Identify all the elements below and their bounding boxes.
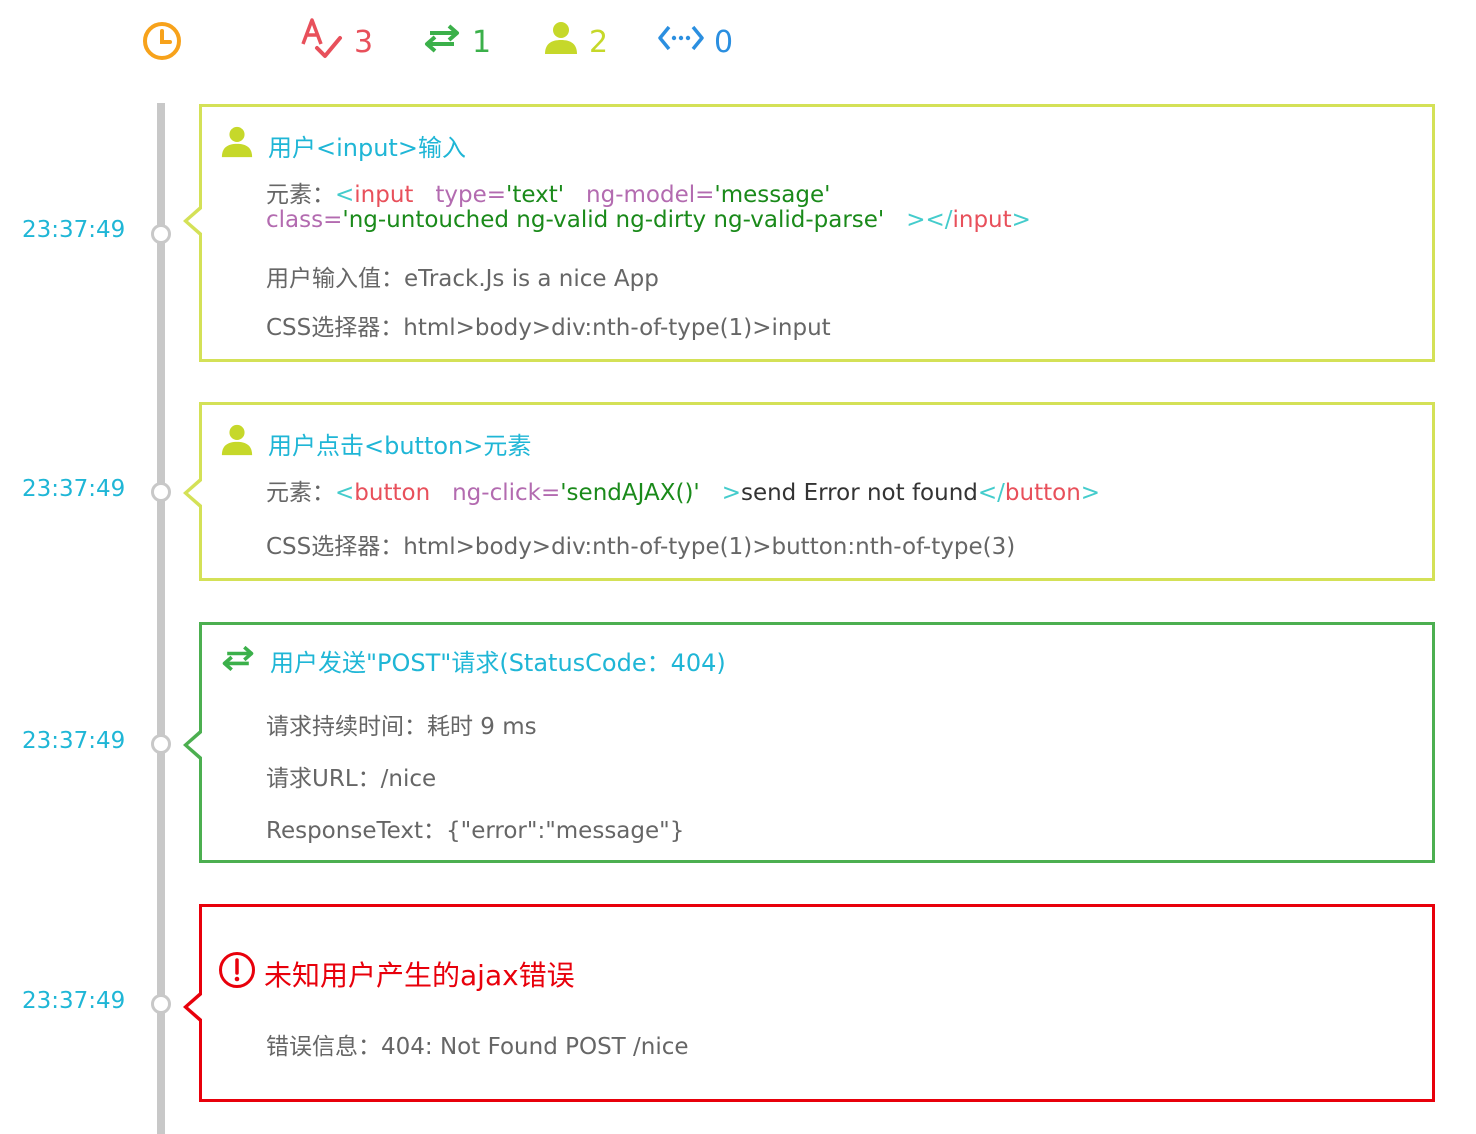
url-line: 请求URL：/nice: [266, 766, 437, 792]
event-time: 23:37:49: [22, 217, 126, 243]
error-count: 3: [354, 24, 374, 60]
timeline-dot: [151, 994, 171, 1014]
event-time: 23:37:49: [22, 476, 126, 502]
inner-text: send Error not found: [740, 480, 978, 506]
attr-value: 'text': [506, 182, 565, 208]
code-stat[interactable]: 0: [658, 20, 733, 64]
html-gt: >: [1080, 480, 1101, 506]
event-title-text: 用户<input>输入: [268, 133, 466, 162]
clock-icon[interactable]: [141, 20, 183, 62]
event-title-text: 用户发送"POST"请求(StatusCode：404): [270, 649, 726, 677]
attr-value: 'sendAJAX()': [560, 480, 700, 506]
ajax-count: 1: [472, 24, 492, 60]
attr-name: ng-click=: [452, 480, 561, 506]
stats-bar: 3 1 2 0: [0, 18, 1476, 68]
error-message-line: 错误信息：404: Not Found POST /nice: [266, 1034, 689, 1060]
card-pointer-inner: [188, 208, 203, 234]
element-label: 元素：: [266, 480, 335, 506]
code-count: 0: [714, 24, 734, 60]
event-card-input: 用户<input>输入 元素：<input type='text' ng-mod…: [183, 104, 1435, 362]
timeline-dot: [151, 224, 171, 244]
swap-icon: [422, 23, 462, 61]
ajax-stat[interactable]: 1: [422, 20, 491, 64]
event-title: 用户点击<button>元素: [220, 423, 531, 463]
timeline-dot: [151, 734, 171, 754]
user-icon: [220, 125, 254, 165]
response-line: ResponseText：{"error":"message"}: [266, 818, 685, 844]
html-close: ></: [906, 207, 953, 233]
css-selector-line: CSS选择器：html>body>div:nth-of-type(1)>inpu…: [266, 315, 831, 341]
event-title-text: 未知用户产生的ajax错误: [264, 958, 575, 992]
attr-value: 'ng-untouched ng-valid ng-dirty ng-valid…: [342, 207, 885, 233]
user-stat[interactable]: 2: [543, 20, 608, 64]
spellcheck-icon: [300, 16, 344, 68]
css-selector-line: CSS选择器：html>body>div:nth-of-type(1)>butt…: [266, 534, 1016, 560]
html-gt: >: [1011, 207, 1031, 233]
user-count: 2: [589, 24, 609, 60]
timeline-dot: [151, 482, 171, 502]
element-line-cont: class='ng-untouched ng-valid ng-dirty ng…: [266, 207, 1031, 233]
event-card-error: 未知用户产生的ajax错误 错误信息：404: Not Found POST /…: [183, 904, 1435, 1102]
html-close-tag: input: [952, 207, 1012, 233]
duration-line: 请求持续时间：耗时 9 ms: [266, 714, 537, 740]
alert-icon: [218, 951, 256, 996]
code-icon: [658, 23, 704, 61]
element-label: 元素：: [266, 182, 335, 208]
error-stat[interactable]: 3: [300, 18, 374, 64]
input-value-line: 用户输入值：eTrack.Js is a nice App: [266, 266, 659, 292]
html-gt: >: [721, 480, 741, 506]
card-pointer-inner: [188, 480, 203, 506]
card-pointer-inner: [188, 732, 203, 758]
html-lt: <: [335, 182, 355, 208]
user-icon: [220, 423, 254, 463]
element-line: 元素：<input type='text' ng-model='message': [266, 175, 830, 209]
event-title: 未知用户产生的ajax错误: [218, 951, 575, 996]
user-icon: [543, 20, 579, 64]
html-tag: input: [354, 182, 414, 208]
event-card-click: 用户点击<button>元素 元素：<button ng-click='send…: [183, 402, 1435, 581]
event-time: 23:37:49: [22, 988, 126, 1014]
event-time: 23:37:49: [22, 728, 126, 754]
swap-icon: [220, 644, 256, 678]
element-line: 元素：<button ng-click='sendAJAX()' >send E…: [266, 473, 1100, 507]
html-close-lt: </: [977, 480, 1005, 506]
event-title-text: 用户点击<button>元素: [268, 431, 532, 460]
event-title: 用户发送"POST"请求(StatusCode：404): [220, 643, 726, 678]
event-title: 用户<input>输入: [220, 125, 466, 165]
attr-name: ng-model=: [586, 182, 715, 208]
attr-name: type=: [435, 182, 507, 208]
attr-name: class=: [266, 207, 343, 233]
attr-value: 'message': [714, 182, 831, 208]
timeline-line: [157, 103, 165, 1134]
card-pointer-inner: [188, 994, 203, 1020]
html-close-tag: button: [1004, 480, 1081, 506]
event-card-ajax: 用户发送"POST"请求(StatusCode：404) 请求持续时间：耗时 9…: [183, 622, 1435, 863]
html-tag: button: [354, 480, 431, 506]
html-lt: <: [335, 480, 355, 506]
